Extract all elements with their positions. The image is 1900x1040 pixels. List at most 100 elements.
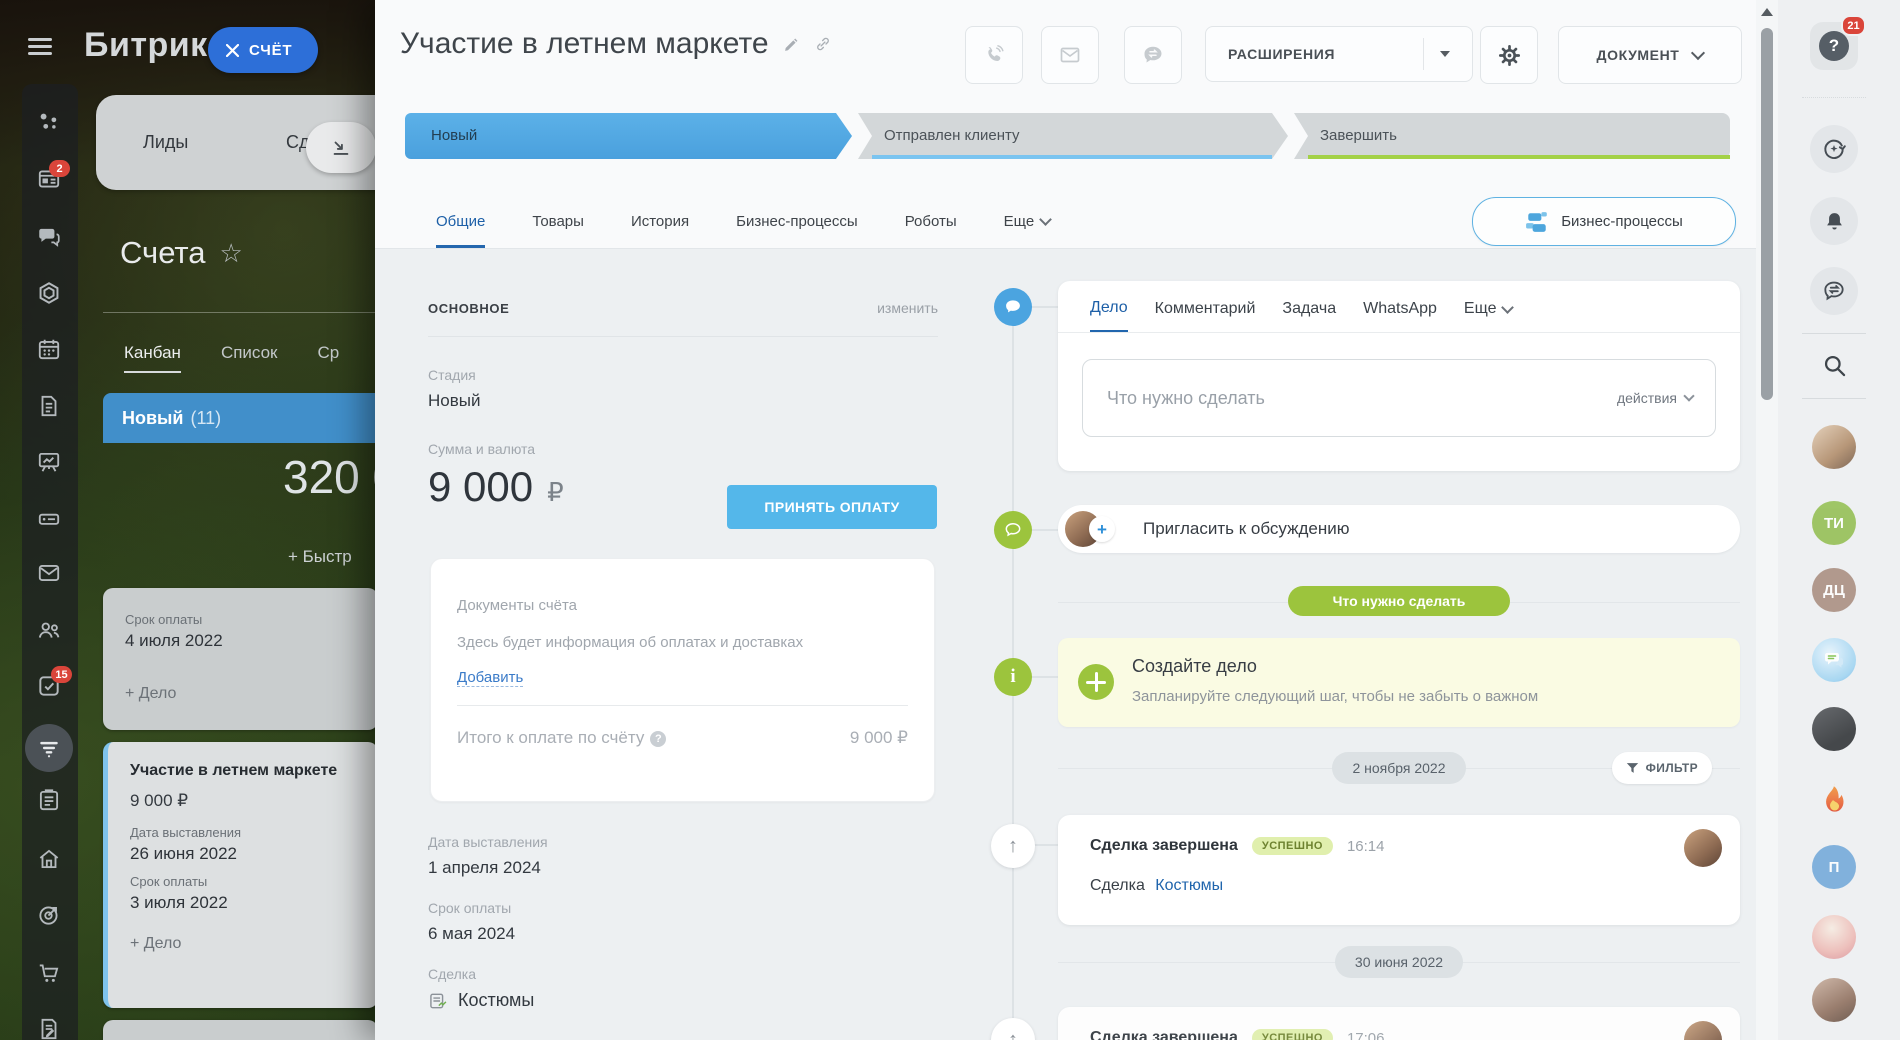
stage-finish[interactable]: Завершить <box>1294 113 1730 159</box>
help-badge: 21 <box>1841 15 1866 36</box>
field-value[interactable]: 1 апреля 2024 <box>428 858 938 878</box>
document-button[interactable]: ДОКУМЕНТ <box>1558 26 1742 84</box>
tab-robots[interactable]: Роботы <box>905 195 957 248</box>
tab-general[interactable]: Общие <box>436 195 485 248</box>
mail-icon[interactable] <box>36 560 62 586</box>
field-value[interactable]: 6 мая 2024 <box>428 924 938 944</box>
documents-icon[interactable] <box>36 393 62 419</box>
timeline-event-card[interactable]: Сделка завершена УСПЕШНО 17:06 <box>1058 1007 1740 1040</box>
help-button[interactable]: ? 21 <box>1810 22 1858 70</box>
divider <box>1423 38 1424 70</box>
page-title: Счета ☆ <box>120 235 243 271</box>
extensions-button[interactable]: РАСШИРЕНИЯ <box>1205 26 1473 82</box>
company-icon[interactable] <box>36 846 62 872</box>
notifications-button[interactable] <box>1810 197 1858 245</box>
field-value[interactable]: Новый <box>428 391 938 411</box>
kanban-card[interactable]: Срок оплаты 4 июля 2022 + Дело <box>103 588 378 730</box>
filter-button[interactable]: ФИЛЬТР <box>1612 752 1712 784</box>
recent-avatar[interactable] <box>1812 978 1856 1022</box>
compose-tab-more[interactable]: Еще <box>1464 299 1513 332</box>
edit-title-icon[interactable] <box>783 36 800 53</box>
kanban-card[interactable] <box>103 1020 378 1040</box>
favorite-star-icon[interactable]: ☆ <box>220 238 243 269</box>
copilot-button[interactable] <box>1810 125 1858 173</box>
view-tab-deadlines[interactable]: Ср <box>318 343 340 373</box>
tab-history[interactable]: История <box>631 195 689 248</box>
chevron-down-icon <box>1039 213 1052 226</box>
create-activity-hint-card[interactable]: Создайте дело Запланируйте следующий шаг… <box>1058 638 1740 727</box>
timeline-event-card[interactable]: Сделка завершена УСПЕШНО 16:14 Сделка Ко… <box>1058 815 1740 925</box>
edit-link[interactable]: изменить <box>877 300 938 316</box>
email-button[interactable] <box>1041 26 1099 84</box>
invite-label: Пригласить к обсуждению <box>1143 519 1349 539</box>
minimize-slider-button[interactable] <box>306 122 376 173</box>
kanban-column-header[interactable]: Новый (11) <box>103 393 378 443</box>
shop-icon[interactable] <box>36 960 62 986</box>
todo-pill[interactable]: Что нужно сделать <box>1288 586 1510 616</box>
deal-ref[interactable]: Костюмы <box>428 990 938 1011</box>
tab-more[interactable]: Еще <box>1004 195 1051 248</box>
projects-icon[interactable] <box>36 787 62 813</box>
quick-add-button[interactable]: + Быстр <box>288 547 352 567</box>
stage-sent[interactable]: Отправлен клиенту <box>858 113 1288 159</box>
add-activity-link[interactable]: + Дело <box>130 935 378 953</box>
form-column: ОСНОВНОЕ изменить Стадия Новый Сумма и в… <box>428 300 938 511</box>
tab-products[interactable]: Товары <box>532 195 584 248</box>
divider <box>1058 332 1740 333</box>
feed-icon[interactable] <box>36 109 62 135</box>
kanban-card-active[interactable]: Участие в летнем маркете 9 000 ₽ Дата вы… <box>103 742 378 1008</box>
view-tab-kanban[interactable]: Канбан <box>124 343 181 373</box>
goals-icon[interactable] <box>36 902 62 928</box>
actions-dropdown[interactable]: действия <box>1617 390 1693 406</box>
compose-input[interactable] <box>1105 387 1617 410</box>
search-button[interactable] <box>1821 352 1848 379</box>
compose-tab-comment[interactable]: Комментарий <box>1155 299 1256 332</box>
drive-icon[interactable] <box>36 506 62 532</box>
compose-tab-whatsapp[interactable]: WhatsApp <box>1363 299 1437 332</box>
compose-tab-task[interactable]: Задача <box>1282 299 1336 332</box>
recent-chat-avatar[interactable] <box>1812 638 1856 682</box>
chat-button[interactable] <box>1124 26 1182 84</box>
tab-leads[interactable]: Лиды <box>143 95 188 190</box>
news-icon[interactable]: 2 <box>36 166 62 192</box>
scrollbar-thumb[interactable] <box>1761 28 1773 400</box>
event-ref-link[interactable]: Костюмы <box>1155 877 1223 894</box>
event-title: Сделка завершена <box>1090 837 1238 855</box>
close-slider-button[interactable]: СЧЁТ <box>208 27 318 73</box>
copy-link-icon[interactable] <box>814 35 832 53</box>
info-icon: i <box>994 658 1032 696</box>
accept-payment-button[interactable]: ПРИНЯТЬ ОПЛАТУ <box>727 485 937 529</box>
recent-avatar[interactable] <box>1812 915 1856 959</box>
add-activity-link[interactable]: + Дело <box>125 685 378 703</box>
compose-tab-activity[interactable]: Дело <box>1090 299 1128 332</box>
employees-icon[interactable] <box>36 617 62 643</box>
tab-bizproc[interactable]: Бизнес-процессы <box>736 195 858 248</box>
bizproc-button[interactable]: Бизнес-процессы <box>1472 197 1736 246</box>
recent-avatar-initials[interactable]: ТИ <box>1812 501 1856 545</box>
sign-icon[interactable] <box>36 1016 62 1040</box>
recent-avatar-initials[interactable]: П <box>1812 845 1856 889</box>
recent-avatar[interactable] <box>1812 425 1856 469</box>
invite-discussion-row[interactable]: + Пригласить к обсуждению <box>1058 505 1740 553</box>
compose-input-box[interactable]: действия <box>1082 359 1716 437</box>
recent-avatar-initials[interactable]: ДЦ <box>1812 568 1856 612</box>
fire-avatar[interactable] <box>1812 777 1856 821</box>
messenger-icon[interactable] <box>36 224 62 250</box>
presentation-icon[interactable] <box>36 449 62 475</box>
settings-button[interactable] <box>1480 26 1538 84</box>
messenger-panel-button[interactable] <box>1810 267 1858 315</box>
calendar-icon[interactable] <box>36 336 62 362</box>
scroll-up-arrow[interactable] <box>1761 8 1773 16</box>
amount-value[interactable]: 9 000 <box>428 463 533 511</box>
menu-icon[interactable] <box>28 38 52 56</box>
view-tab-list[interactable]: Список <box>221 343 278 373</box>
add-document-link[interactable]: Добавить <box>457 669 523 687</box>
crm-icon-active[interactable] <box>25 724 73 772</box>
call-button[interactable] <box>965 26 1023 84</box>
todo-pill-row: Что нужно сделать <box>1058 586 1740 620</box>
sites-icon[interactable] <box>36 280 62 306</box>
recent-avatar[interactable] <box>1812 707 1856 751</box>
tasks-icon[interactable]: 15 <box>36 673 62 699</box>
stage-new[interactable]: Новый <box>405 113 852 159</box>
help-tooltip-icon[interactable]: ? <box>650 731 666 747</box>
